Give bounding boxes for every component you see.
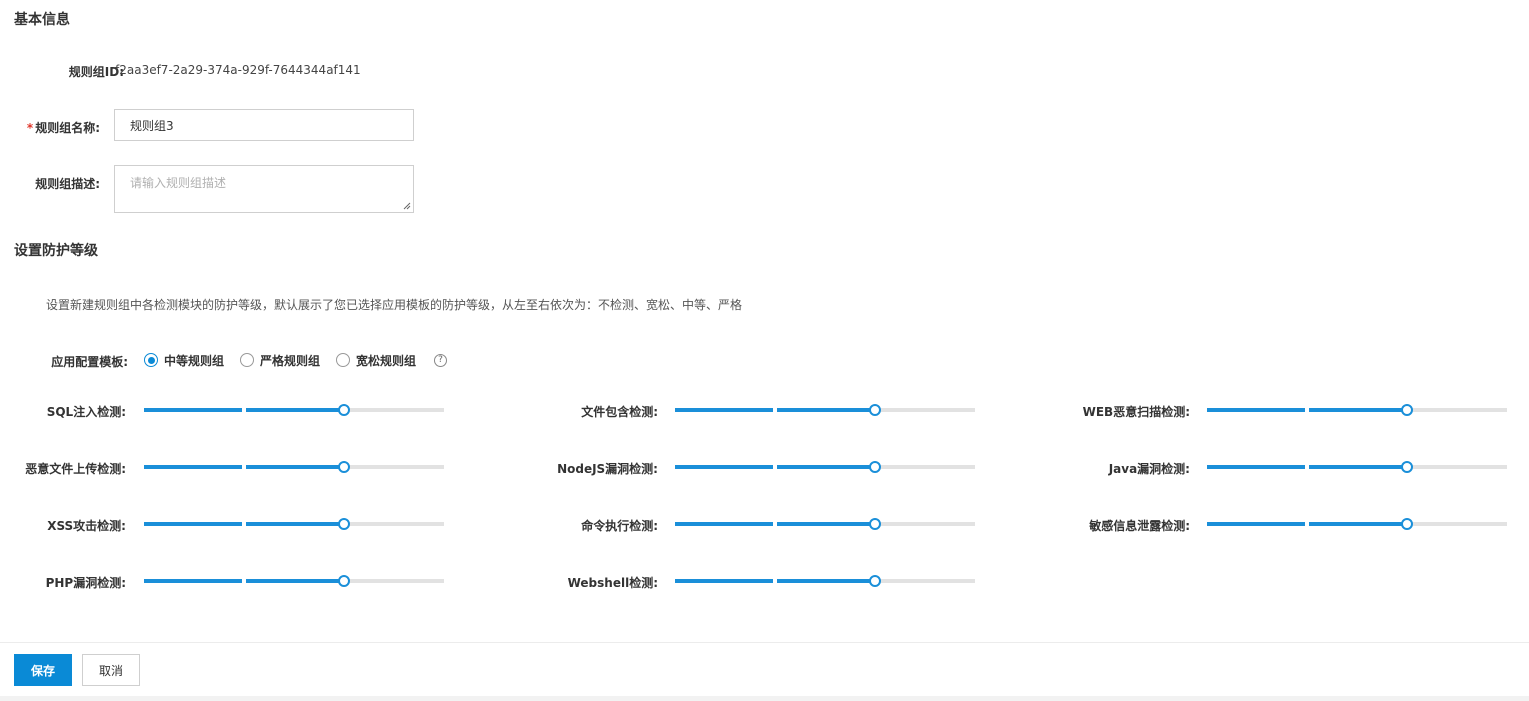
slider-label: PHP漏洞检测: (45, 576, 126, 590)
rule-group-id-label: 规则组ID: (68, 65, 124, 79)
slider-label: Java漏洞检测: (1108, 462, 1190, 476)
protection-level-slider[interactable] (144, 404, 444, 416)
rule-group-desc-label: 规则组描述: (35, 177, 100, 191)
protection-level-slider[interactable] (1207, 404, 1507, 416)
protection-level-slider[interactable] (1207, 461, 1507, 473)
slider-label: 命令执行检测: (581, 519, 658, 533)
footer-divider (0, 642, 1529, 643)
slider-handle[interactable] (338, 404, 350, 416)
slider-handle[interactable] (1401, 404, 1413, 416)
slider-handle[interactable] (1401, 461, 1413, 473)
radio-dot (240, 353, 255, 367)
slider-label: XSS攻击检测: (47, 519, 126, 533)
rule-group-name-label-text: 规则组名称: (35, 121, 100, 135)
rule-group-id-value: f2aa3ef7-2a29-374a-929f-7644344af141 (115, 63, 361, 77)
radio-label: 宽松规则组 (356, 353, 417, 368)
save-button[interactable]: 保存 (14, 654, 72, 686)
rule-group-name-label: * 规则组名称: (4, 119, 100, 136)
slider-label: 文件包含检测: (581, 405, 658, 419)
protection-level-slider[interactable] (144, 575, 444, 587)
slider-step-divider (772, 521, 777, 527)
slider-step-divider (1304, 407, 1309, 413)
slider-step-divider (241, 464, 246, 470)
slider-handle[interactable] (869, 461, 881, 473)
slider-step-divider (772, 407, 777, 413)
radio-dot (336, 353, 351, 367)
slider-handle[interactable] (338, 461, 350, 473)
basic-info-title: 基本信息 (14, 12, 70, 28)
slider-label: NodeJS漏洞检测: (557, 462, 658, 476)
slider-label: WEB恶意扫描检测: (1082, 405, 1190, 419)
question-circle-icon[interactable]: ? (434, 353, 448, 367)
slider-label: 恶意文件上传检测: (25, 462, 126, 476)
required-mark: * (26, 121, 34, 135)
slider-label: 敏感信息泄露检测: (1089, 519, 1190, 533)
protection-level-slider[interactable] (675, 575, 975, 587)
rule-group-desc-placeholder: 请输入规则组描述 (130, 176, 227, 190)
slider-label: SQL注入检测: (46, 405, 126, 419)
protection-level-title: 设置防护等级 (14, 243, 98, 259)
slider-step-divider (241, 578, 246, 584)
radio-label: 严格规则组 (260, 353, 321, 368)
slider-handle[interactable] (1401, 518, 1413, 530)
slider-step-divider (772, 578, 777, 584)
slider-step-divider (1304, 521, 1309, 527)
radio-dot (144, 353, 158, 367)
protection-description: 设置新建规则组中各检测模块的防护等级，默认展示了您已选择应用模板的防护等级，从左… (46, 298, 743, 312)
rule-group-desc-textarea[interactable]: 请输入规则组描述 (114, 165, 414, 213)
slider-step-divider (241, 407, 246, 413)
protection-level-slider[interactable] (144, 461, 444, 473)
radio-loose-template[interactable]: 宽松规则组 (336, 352, 416, 369)
slider-handle[interactable] (869, 575, 881, 587)
slider-handle[interactable] (338, 518, 350, 530)
protection-level-slider[interactable] (675, 404, 975, 416)
resize-grip-icon[interactable] (403, 202, 411, 210)
slider-step-divider (241, 521, 246, 527)
radio-medium-template[interactable]: 中等规则组 (144, 352, 224, 369)
slider-label: Webshell检测: (567, 576, 658, 590)
slider-step-divider (1304, 464, 1309, 470)
cancel-button[interactable]: 取消 (82, 654, 140, 686)
protection-level-slider[interactable] (675, 461, 975, 473)
protection-level-slider[interactable] (1207, 518, 1507, 530)
protection-level-slider[interactable] (675, 518, 975, 530)
template-label: 应用配置模板: (51, 355, 128, 369)
protection-level-slider[interactable] (144, 518, 444, 530)
radio-strict-template[interactable]: 严格规则组 (240, 352, 320, 369)
slider-handle[interactable] (869, 518, 881, 530)
template-radio-group: 中等规则组 严格规则组 宽松规则组 ? (144, 352, 448, 369)
slider-handle[interactable] (338, 575, 350, 587)
slider-step-divider (772, 464, 777, 470)
bottom-strip (0, 696, 1529, 701)
slider-handle[interactable] (869, 404, 881, 416)
radio-label: 中等规则组 (164, 353, 225, 368)
rule-group-name-input[interactable]: 规则组3 (114, 109, 414, 141)
